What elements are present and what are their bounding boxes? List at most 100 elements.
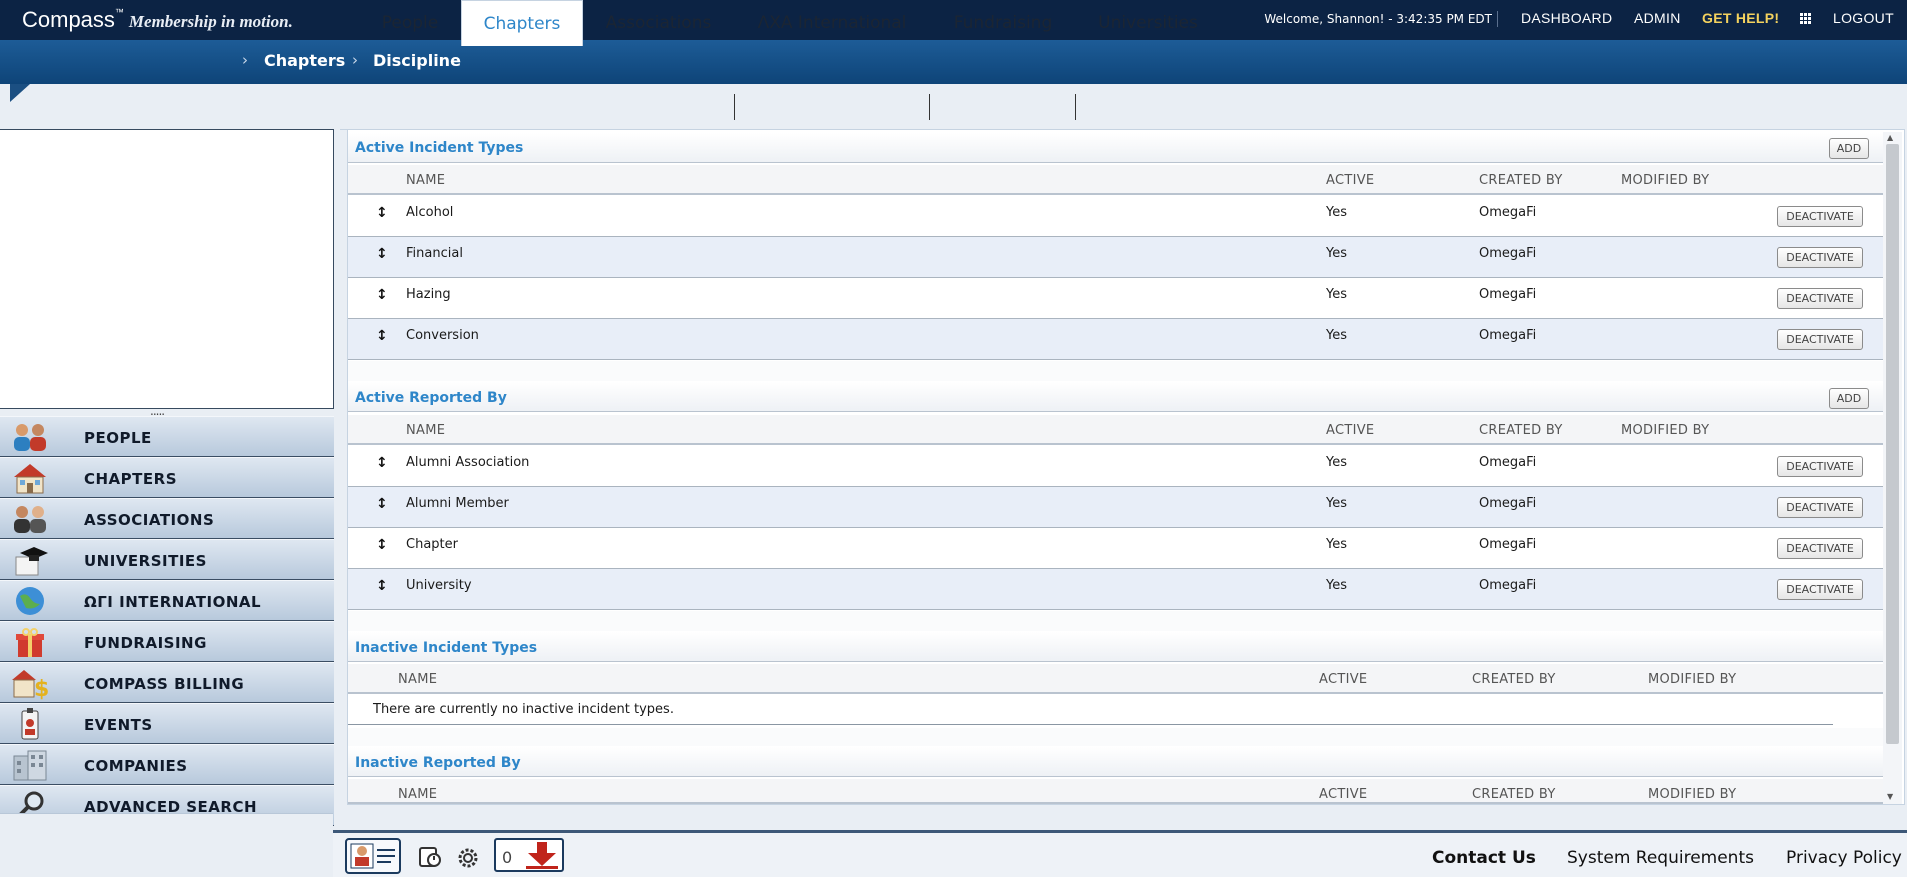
column-modified-by[interactable]: MODIFIED BY: [1648, 787, 1736, 802]
nav-logout[interactable]: LOGOUT: [1833, 10, 1894, 26]
deactivate-button[interactable]: DEACTIVATE: [1777, 456, 1863, 477]
column-created-by[interactable]: CREATED BY: [1472, 672, 1556, 687]
deactivate-button[interactable]: DEACTIVATE: [1777, 206, 1863, 227]
apps-grid-icon[interactable]: [1800, 13, 1812, 24]
column-name[interactable]: NAME: [398, 787, 437, 802]
row-active: Yes: [1326, 496, 1347, 511]
contact-us-link[interactable]: Contact Us: [1432, 848, 1536, 868]
add-incident-type-button[interactable]: ADD: [1829, 138, 1869, 159]
section-spacer: [348, 361, 1883, 381]
panel-toggle-flag[interactable]: [10, 84, 30, 102]
column-modified-by[interactable]: MODIFIED BY: [1648, 672, 1736, 687]
breadcrumb-chapters[interactable]: Chapters: [264, 51, 345, 70]
sidebar-item-chapters[interactable]: CHAPTERS: [0, 457, 334, 498]
scrollbar-thumb[interactable]: [1886, 144, 1899, 744]
download-counter[interactable]: 0: [494, 838, 564, 872]
table-row: ↕ Alcohol Yes OmegaFi DEACTIVATE: [348, 196, 1883, 237]
privacy-policy-link[interactable]: Privacy Policy: [1786, 848, 1902, 868]
column-active[interactable]: ACTIVE: [1319, 787, 1367, 802]
column-created-by[interactable]: CREATED BY: [1472, 787, 1556, 802]
row-created-by: OmegaFi: [1479, 246, 1537, 261]
sidebar-nav: PEOPLE CHAPTERS ASSOCIATIONS UNIVERSITIE…: [0, 416, 334, 826]
tab-people[interactable]: People: [362, 0, 458, 46]
drag-handle-icon[interactable]: ↕: [376, 578, 388, 594]
tab-universities[interactable]: Universities: [1083, 0, 1213, 46]
brand-tm: ™: [114, 7, 124, 17]
column-active[interactable]: ACTIVE: [1326, 173, 1374, 188]
sidebar-item-international[interactable]: ΩΓΙ INTERNATIONAL: [0, 580, 334, 621]
column-active[interactable]: ACTIVE: [1319, 672, 1367, 687]
tab-fundraising[interactable]: Fundraising: [937, 0, 1069, 46]
column-name[interactable]: NAME: [406, 173, 445, 188]
drag-handle-icon[interactable]: ↕: [376, 205, 388, 221]
deactivate-button[interactable]: DEACTIVATE: [1777, 497, 1863, 518]
drag-handle-icon[interactable]: ↕: [376, 496, 388, 512]
sidebar-item-label: FUNDRAISING: [84, 634, 207, 652]
table-header: NAME ACTIVE CREATED BY MODIFIED BY: [348, 165, 1883, 195]
row-active: Yes: [1326, 537, 1347, 552]
table-row: ↕ Chapter Yes OmegaFi DEACTIVATE: [348, 528, 1883, 569]
nav-dashboard[interactable]: DASHBOARD: [1521, 10, 1612, 26]
drag-handle-icon[interactable]: ↕: [376, 537, 388, 553]
drag-handle-icon[interactable]: ↕: [376, 455, 388, 471]
people-icon: [14, 424, 46, 451]
brand-logo[interactable]: Compass™ Membership in motion.: [22, 7, 293, 33]
tab-lxa-international[interactable]: ΛXA International: [742, 0, 922, 46]
row-active: Yes: [1326, 455, 1347, 470]
section-header-band: [348, 133, 1883, 163]
sidebar-item-fundraising[interactable]: FUNDRAISING: [0, 621, 334, 662]
deactivate-button[interactable]: DEACTIVATE: [1777, 288, 1863, 309]
column-name[interactable]: NAME: [398, 672, 437, 687]
associations-icon: [14, 506, 46, 533]
row-created-by: OmegaFi: [1479, 578, 1537, 593]
nav-get-help[interactable]: GET HELP!: [1702, 10, 1779, 26]
table-row: ↕ Alumni Member Yes OmegaFi DEACTIVATE: [348, 487, 1883, 528]
gear-icon[interactable]: [455, 845, 481, 871]
column-modified-by[interactable]: MODIFIED BY: [1621, 173, 1709, 188]
sidebar-item-universities[interactable]: UNIVERSITIES: [0, 539, 334, 580]
column-created-by[interactable]: CREATED BY: [1479, 423, 1563, 438]
column-name[interactable]: NAME: [406, 423, 445, 438]
chevron-right-icon: ›: [242, 51, 248, 69]
vertical-scrollbar[interactable]: ▲ ▼: [1883, 132, 1902, 804]
sidebar-item-people[interactable]: PEOPLE: [0, 416, 334, 457]
drag-handle-icon[interactable]: ↕: [376, 246, 388, 262]
sidebar-item-label: ΩΓΙ INTERNATIONAL: [84, 593, 262, 611]
scroll-down-icon[interactable]: ▼: [1887, 792, 1893, 801]
contact-card-icon[interactable]: [345, 838, 401, 874]
row-name: Conversion: [406, 328, 479, 343]
row-name: Alumni Member: [406, 496, 509, 511]
deactivate-button[interactable]: DEACTIVATE: [1777, 329, 1863, 350]
tab-separator: [1075, 94, 1076, 120]
nav-admin[interactable]: ADMIN: [1634, 10, 1681, 26]
tab-chapters[interactable]: Chapters: [461, 0, 583, 46]
tab-associations[interactable]: Associations: [590, 0, 727, 46]
history-icon[interactable]: [418, 846, 442, 868]
add-reported-by-button[interactable]: ADD: [1829, 388, 1869, 409]
row-active: Yes: [1326, 578, 1347, 593]
column-created-by[interactable]: CREATED BY: [1479, 173, 1563, 188]
sidebar-item-companies[interactable]: COMPANIES: [0, 744, 334, 785]
sidebar-item-label: PEOPLE: [84, 429, 152, 447]
deactivate-button[interactable]: DEACTIVATE: [1777, 579, 1863, 600]
drag-handle-icon[interactable]: ↕: [376, 328, 388, 344]
deactivate-button[interactable]: DEACTIVATE: [1777, 538, 1863, 559]
column-active[interactable]: ACTIVE: [1326, 423, 1374, 438]
scroll-up-icon[interactable]: ▲: [1887, 133, 1893, 142]
drag-handle-icon[interactable]: ↕: [376, 287, 388, 303]
column-modified-by[interactable]: MODIFIED BY: [1621, 423, 1709, 438]
system-requirements-link[interactable]: System Requirements: [1567, 848, 1754, 868]
empty-state-message: There are currently no inactive incident…: [373, 702, 674, 717]
header-divider: [1497, 11, 1498, 27]
row-name: Alumni Association: [406, 455, 530, 470]
table-header: NAME ACTIVE CREATED BY MODIFIED BY: [348, 415, 1883, 445]
sidebar-item-events[interactable]: EVENTS: [0, 703, 334, 744]
sidebar-item-associations[interactable]: ASSOCIATIONS: [0, 498, 334, 539]
deactivate-button[interactable]: DEACTIVATE: [1777, 247, 1863, 268]
row-name: Alcohol: [406, 205, 454, 220]
brand-tagline: Membership in motion.: [128, 12, 293, 31]
row-active: Yes: [1326, 287, 1347, 302]
left-blank-panel: [0, 129, 334, 409]
sidebar-item-compass-billing[interactable]: $ COMPASS BILLING: [0, 662, 334, 703]
row-created-by: OmegaFi: [1479, 205, 1537, 220]
